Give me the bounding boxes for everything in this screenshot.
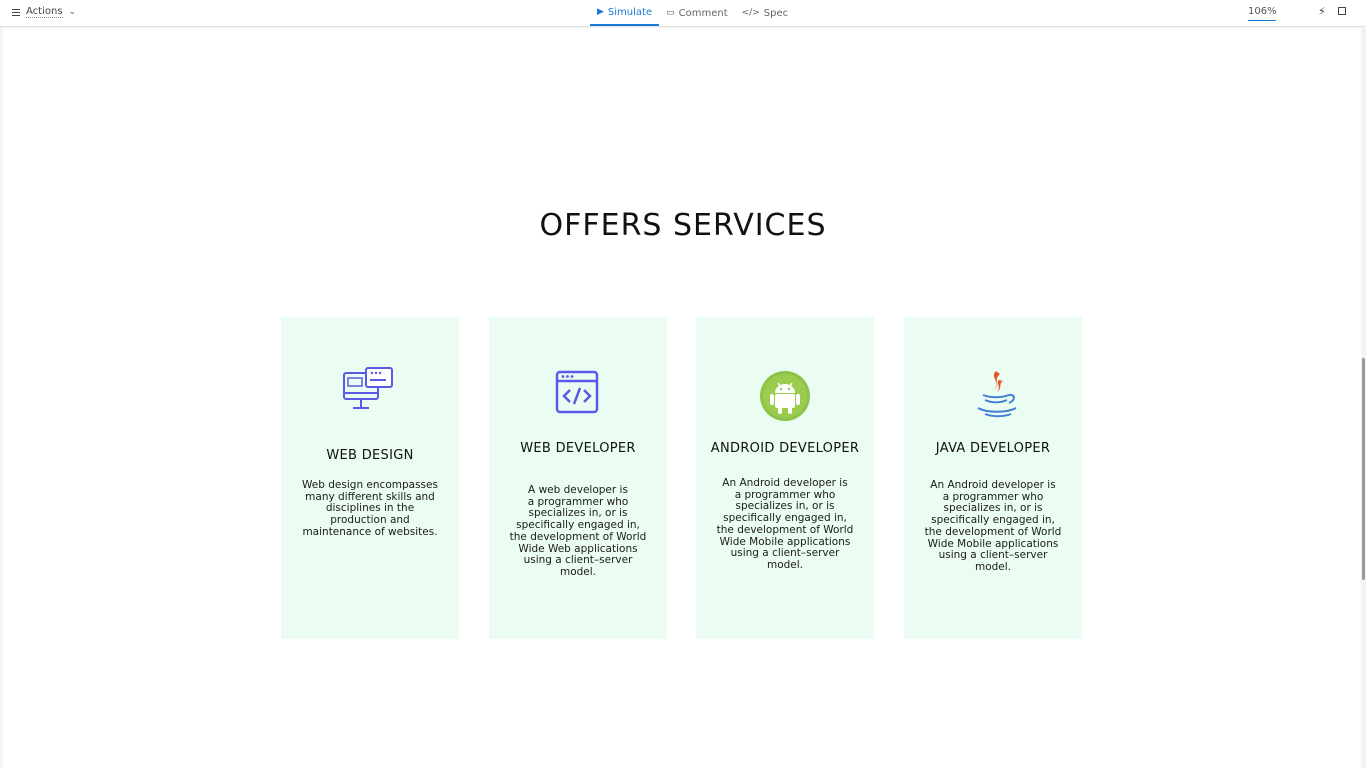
card-description: An Android developer is a programmer who…: [716, 477, 854, 571]
mode-tabs: ▶ Simulate ▭ Comment </> Spec: [590, 0, 795, 27]
page-title: OFFERS SERVICES: [539, 208, 827, 243]
hamburger-icon: [12, 8, 20, 16]
android-icon: [760, 371, 810, 421]
comment-icon: ▭: [666, 8, 675, 18]
tab-spec[interactable]: </> Spec: [735, 0, 795, 26]
actions-label: Actions: [26, 6, 63, 18]
actions-menu[interactable]: Actions ⌄: [12, 6, 76, 18]
service-card-web-developer: WEB DEVELOPER A web developer is a progr…: [489, 317, 667, 639]
zoom-level[interactable]: 106%: [1248, 6, 1277, 21]
card-description: Web design encompasses many different sk…: [302, 479, 438, 538]
service-card-android-developer: ANDROID DEVELOPER An Android developer i…: [696, 317, 874, 639]
prototype-canvas: [3, 28, 1361, 768]
java-icon: [977, 371, 1017, 418]
service-card-java-developer: JAVA DEVELOPER An Android developer is a…: [904, 317, 1082, 639]
scrollbar-thumb[interactable]: [1362, 358, 1365, 580]
service-card-web-design: WEB DESIGN Web design encompasses many d…: [281, 317, 459, 639]
monitor-design-icon: [343, 367, 393, 409]
tab-comment[interactable]: ▭ Comment: [659, 0, 735, 26]
tab-comment-label: Comment: [678, 7, 728, 19]
tab-simulate-label: Simulate: [607, 6, 653, 18]
tab-spec-label: Spec: [763, 7, 789, 19]
browser-code-icon: [555, 370, 599, 414]
card-description: A web developer is a programmer who spec…: [509, 484, 647, 578]
lightning-icon[interactable]: ⚡: [1318, 5, 1326, 18]
card-title: ANDROID DEVELOPER: [710, 441, 860, 456]
card-description: An Android developer is a programmer who…: [924, 479, 1062, 573]
card-title: JAVA DEVELOPER: [935, 441, 1051, 456]
card-title: WEB DEVELOPER: [520, 441, 636, 456]
chevron-down-icon: ⌄: [68, 7, 77, 17]
code-icon: </>: [741, 8, 760, 18]
top-toolbar: Actions ⌄ ▶ Simulate ▭ Comment </> Spec …: [0, 0, 1366, 27]
fullscreen-icon[interactable]: [1338, 7, 1346, 15]
tab-simulate[interactable]: ▶ Simulate: [590, 0, 660, 26]
card-title: WEB DESIGN: [326, 448, 414, 463]
play-icon: ▶: [597, 7, 604, 17]
